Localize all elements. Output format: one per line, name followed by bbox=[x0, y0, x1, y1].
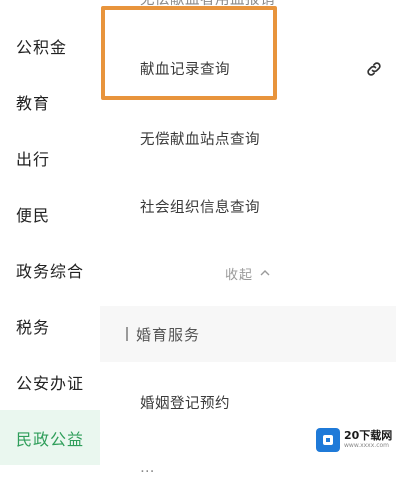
sidebar-item-education[interactable]: 教育 bbox=[0, 74, 100, 130]
watermark-url: www.xxxx.com bbox=[344, 442, 390, 449]
section-header-marriage-services: 婚育服务 bbox=[100, 306, 396, 362]
sidebar-item-civil-affairs[interactable]: 民政公益 bbox=[0, 410, 100, 465]
section-divider-bar bbox=[126, 327, 128, 341]
sidebar-item-convenience[interactable]: 便民 bbox=[0, 186, 100, 242]
sidebar-item-government[interactable]: 政务综合 bbox=[0, 242, 100, 298]
collapse-label: 收起 bbox=[224, 267, 253, 283]
category-sidebar: 公积金 教育 出行 便民 政务综合 税务 公安办证 民政公益 bbox=[0, 0, 100, 465]
collapse-button[interactable]: 收起 bbox=[100, 256, 396, 290]
watermark-brand: 20下载网 bbox=[344, 429, 393, 442]
highlight-frame bbox=[101, 6, 277, 100]
sidebar-item-housing-fund[interactable]: 公积金 bbox=[0, 18, 100, 74]
list-item-social-org-info[interactable]: 社会组织信息查询 bbox=[100, 178, 396, 234]
sidebar-item-tax[interactable]: 税务 bbox=[0, 298, 100, 354]
list-item-marriage-registration[interactable]: 婚姻登记预约 bbox=[100, 374, 396, 430]
sidebar-item-police-documents[interactable]: 公安办证 bbox=[0, 354, 100, 410]
list-item-donation-sites[interactable]: 无偿献血站点查询 bbox=[100, 110, 396, 166]
watermark-logo-icon bbox=[316, 428, 340, 452]
chevron-up-icon bbox=[259, 267, 271, 279]
sidebar-item-travel[interactable]: 出行 bbox=[0, 130, 100, 186]
watermark: 20下载网 www.xxxx.com bbox=[316, 424, 394, 456]
section-title: 婚育服务 bbox=[136, 325, 201, 344]
link-icon[interactable] bbox=[362, 57, 386, 81]
